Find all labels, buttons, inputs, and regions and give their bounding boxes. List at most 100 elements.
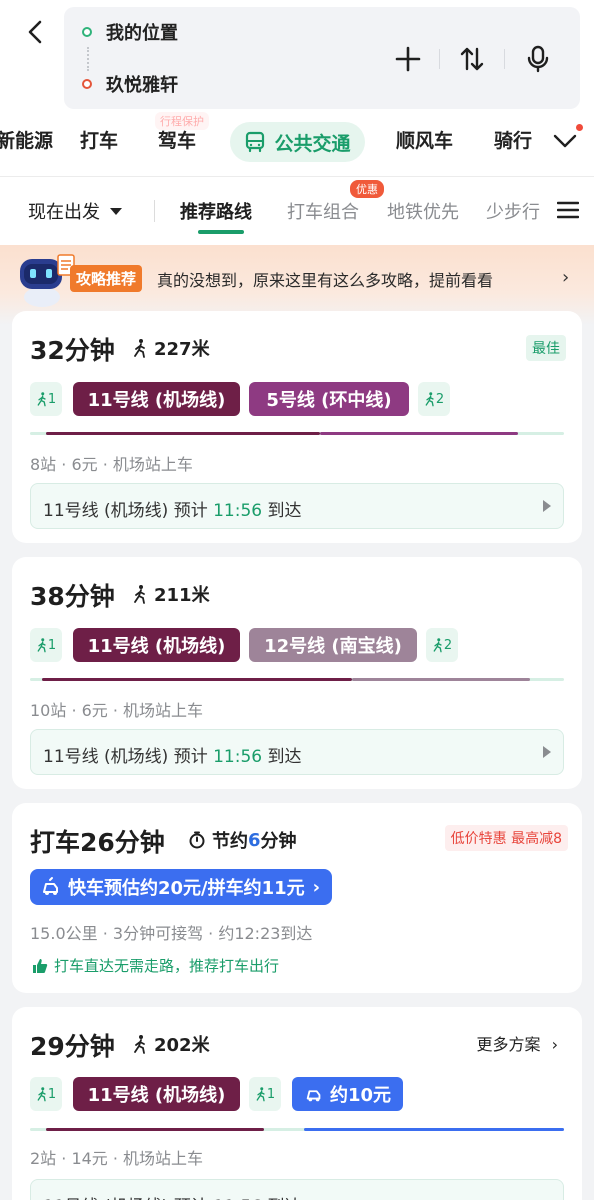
route-card[interactable]: 32分钟 227米 最佳 1 11号线 (机场线) 5号线 (环中线) 2 8站… bbox=[12, 311, 582, 543]
tab-recommended[interactable]: 推荐路线 bbox=[180, 198, 252, 224]
walk-segment-count: 1 bbox=[266, 1086, 276, 1102]
play-arrow-icon bbox=[543, 500, 551, 512]
taxi-fare-label: 快车预估约20元/拼车约11元 bbox=[68, 878, 305, 899]
walk-distance-value: 211米 bbox=[154, 585, 210, 606]
taxi-duration: 打车26分钟 bbox=[30, 828, 165, 857]
route-filter-tabs: 现在出发 推荐路线 优惠 打车组合 地铁优先 少步行 bbox=[0, 180, 594, 238]
origin-field[interactable]: 我的位置 bbox=[82, 17, 178, 47]
add-waypoint-button[interactable] bbox=[390, 41, 426, 77]
tab-public-transit[interactable]: 公共交通 bbox=[230, 122, 365, 162]
route-duration: 32分钟 bbox=[30, 336, 115, 365]
microphone-icon bbox=[527, 45, 549, 73]
route-progress-segment bbox=[46, 432, 320, 435]
divider bbox=[154, 200, 155, 222]
tab-metro-first[interactable]: 地铁优先 bbox=[387, 198, 459, 224]
route-input-box: 我的位置 玖悦雅轩 bbox=[64, 7, 580, 109]
destination-label: 玖悦雅轩 bbox=[106, 75, 178, 96]
walking-icon bbox=[37, 1087, 46, 1102]
destination-dot-icon bbox=[82, 79, 92, 89]
metro-line-tag: 12号线 (南宝线) bbox=[249, 628, 417, 662]
eta-row[interactable]: 11号线 (机场线) 预计 11:56 到达 bbox=[30, 1179, 564, 1200]
plus-icon bbox=[395, 46, 421, 72]
walking-icon bbox=[425, 392, 434, 407]
taxi-fare-button[interactable]: 快车预估约20元/拼车约11元 › bbox=[30, 869, 333, 905]
tab-new-energy[interactable]: 新能源 bbox=[0, 126, 53, 153]
tab-taxi[interactable]: 打车 bbox=[80, 126, 118, 153]
metro-line-tag: 5号线 (环中线) bbox=[249, 382, 409, 416]
walking-icon bbox=[37, 638, 46, 653]
divider bbox=[504, 49, 505, 69]
walk-segment: 1 bbox=[30, 628, 62, 662]
notification-dot bbox=[576, 124, 583, 131]
taxi-segment-fare: 约10元 bbox=[330, 1085, 392, 1106]
tab-less-walking[interactable]: 少步行 bbox=[486, 198, 540, 224]
walk-segment-count: 1 bbox=[47, 391, 57, 407]
walk-distance-value: 227米 bbox=[154, 339, 210, 360]
eta-time: 11:56 bbox=[213, 747, 263, 767]
chevron-right-icon: › bbox=[551, 1035, 558, 1054]
walk-segment: 1 bbox=[30, 1077, 62, 1111]
more-modes-button[interactable] bbox=[552, 128, 578, 154]
voice-button[interactable] bbox=[520, 41, 556, 77]
tab-bike[interactable]: 骑行 bbox=[494, 126, 532, 153]
back-button[interactable] bbox=[18, 14, 54, 50]
more-plans-link[interactable]: 更多方案 › bbox=[476, 1031, 558, 1055]
walk-distance: 227米 bbox=[132, 335, 210, 361]
route-progress-segment bbox=[42, 678, 352, 681]
origin-label: 我的位置 bbox=[106, 23, 178, 44]
swap-button[interactable] bbox=[454, 41, 490, 77]
walk-segment-count: 1 bbox=[47, 1086, 57, 1102]
chevron-down-icon bbox=[553, 134, 577, 148]
destination-field[interactable]: 玖悦雅轩 bbox=[82, 69, 178, 99]
thumbs-up-icon bbox=[33, 958, 48, 973]
divider bbox=[0, 176, 594, 177]
depart-time-dropdown[interactable]: 现在出发 bbox=[28, 198, 122, 224]
chevron-right-icon: › bbox=[562, 267, 570, 288]
taxi-time-saving: 节约 6 分钟 bbox=[188, 827, 297, 853]
header: 我的位置 玖悦雅轩 新能源 打车 行程保护 驾车 公共交通 顺风车 骑行 现在出… bbox=[0, 0, 594, 245]
eta-line: 11号线 (机场线) 预计 bbox=[43, 501, 214, 521]
route-progress-segment bbox=[352, 678, 530, 681]
walk-distance: 211米 bbox=[132, 581, 210, 607]
walk-segment-count: 1 bbox=[47, 637, 57, 653]
walking-icon bbox=[433, 638, 442, 653]
taxi-icon bbox=[306, 1090, 321, 1102]
promo-tag: 攻略推荐 bbox=[70, 265, 143, 292]
eta-text: 11号线 (机场线) 预计 11:56 到达 bbox=[43, 496, 302, 521]
eta-text: 11号线 (机场线) 预计 11:56 到达 bbox=[43, 1192, 302, 1200]
play-arrow-icon bbox=[543, 746, 551, 758]
tab-taxi-combo[interactable]: 打车组合 bbox=[287, 198, 359, 224]
walking-icon bbox=[134, 339, 145, 358]
promo-text: 真的没想到，原来这里有这么多攻略，提前看看 bbox=[157, 271, 494, 290]
tab-carpool[interactable]: 顺风车 bbox=[396, 126, 453, 153]
divider bbox=[439, 49, 440, 69]
route-meta: 8站 · 6元 · 机场站上车 bbox=[30, 455, 193, 474]
walk-distance-value: 202米 bbox=[154, 1035, 210, 1056]
walk-segment-count: 2 bbox=[435, 391, 445, 407]
walk-segment: 2 bbox=[418, 382, 450, 416]
save-minutes: 6 bbox=[248, 829, 261, 851]
taxi-meta: 15.0公里 · 3分钟可接驾 · 约12:23到达 bbox=[30, 924, 313, 943]
discount-badge: 低价特惠 最高减8 bbox=[444, 825, 568, 851]
eta-row[interactable]: 11号线 (机场线) 预计 11:56 到达 bbox=[30, 483, 564, 529]
swap-icon bbox=[460, 47, 484, 71]
route-progress-segment bbox=[46, 1128, 264, 1131]
eta-row[interactable]: 11号线 (机场线) 预计 11:56 到达 bbox=[30, 729, 564, 775]
depart-time-label: 现在出发 bbox=[28, 202, 100, 223]
route-duration: 29分钟 bbox=[30, 1032, 115, 1061]
caret-down-icon bbox=[110, 207, 122, 215]
menu-icon bbox=[556, 201, 580, 219]
tab-drive[interactable]: 驾车 bbox=[158, 126, 196, 153]
eta-time: 11:56 bbox=[213, 501, 263, 521]
more-plans-label: 更多方案 bbox=[476, 1035, 541, 1054]
route-card[interactable]: 29分钟 202米 更多方案 › 1 11号线 (机场线) 1 约10元 2站 … bbox=[12, 1007, 582, 1200]
chevron-right-icon: › bbox=[312, 876, 321, 898]
walk-segment-count: 2 bbox=[443, 637, 453, 653]
route-progress-segment bbox=[320, 432, 518, 435]
route-card[interactable]: 38分钟 211米 1 11号线 (机场线) 12号线 (南宝线) 2 10站 … bbox=[12, 557, 582, 789]
taxi-card[interactable]: 打车26分钟 节约 6 分钟 低价特惠 最高减8 快车预估约20元/拼车约11元 ›… bbox=[12, 803, 582, 993]
walk-distance: 202米 bbox=[132, 1031, 210, 1057]
filter-menu-button[interactable] bbox=[556, 200, 580, 220]
robot-mascot-icon bbox=[14, 251, 76, 309]
metro-line-tag: 11号线 (机场线) bbox=[73, 382, 240, 416]
